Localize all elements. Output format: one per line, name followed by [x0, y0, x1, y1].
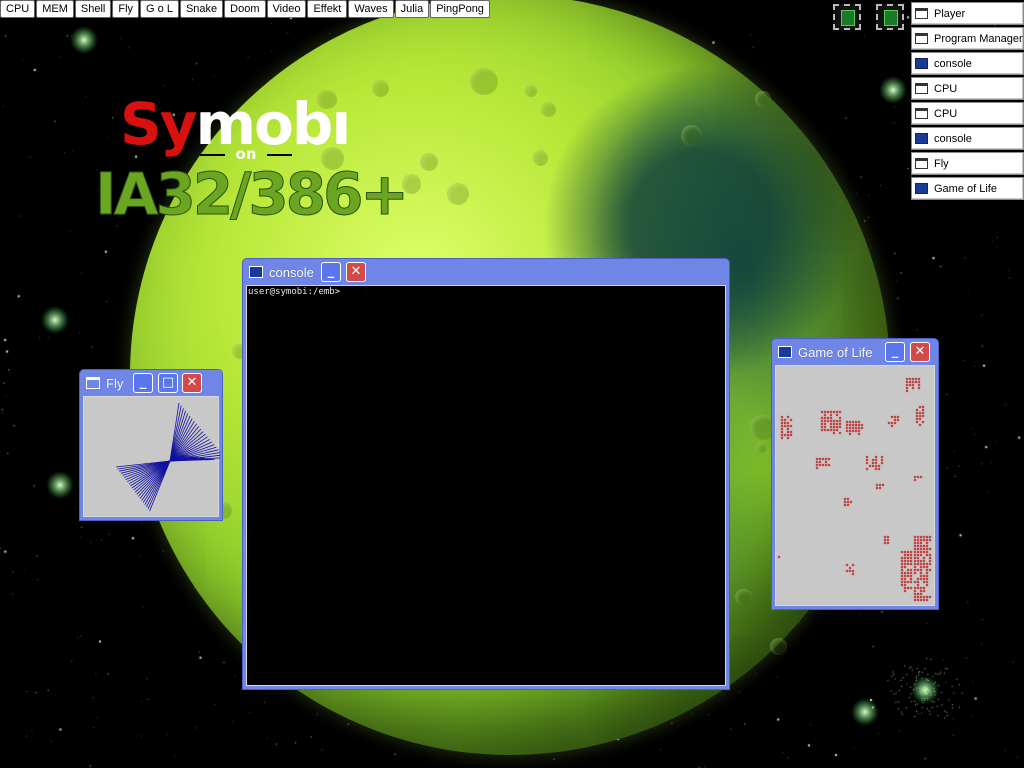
console-icon [915, 133, 928, 144]
planet-crater [681, 124, 703, 146]
window-icon [915, 8, 928, 19]
taskbar-button-snake[interactable]: Snake [179, 0, 224, 18]
window-icon [915, 33, 928, 44]
taskbar-button-pingpong[interactable]: PingPong [430, 0, 490, 18]
fly-line-drawing [115, 402, 226, 512]
console-window[interactable]: console _ ✕ user@symobi:/emb> [242, 258, 730, 690]
window-list-label: console [934, 57, 972, 70]
window-title-bar[interactable]: Fly _ □ ✕ [80, 370, 222, 396]
window-list-item[interactable]: Player [911, 2, 1024, 25]
console-icon [249, 266, 263, 278]
console-prompt: user@symobi:/emb> [248, 287, 341, 297]
game-of-life-window[interactable]: Game of Life _ ✕ [771, 338, 939, 610]
taskbar-button-shell[interactable]: Shell [74, 0, 112, 18]
window-list-item[interactable]: Program Manager [911, 27, 1024, 50]
minimize-button[interactable]: _ [885, 342, 905, 362]
console-icon [915, 58, 928, 69]
minimize-button[interactable]: _ [133, 373, 153, 393]
fly-window[interactable]: Fly _ □ ✕ [79, 369, 226, 521]
window-title: console [269, 264, 314, 280]
close-button[interactable]: ✕ [182, 373, 202, 393]
taskbar-button-waves[interactable]: Waves [348, 0, 394, 18]
close-button[interactable]: ✕ [910, 342, 930, 362]
taskbar-button-cpu[interactable]: CPU [0, 0, 36, 18]
planet-crater [447, 182, 470, 205]
planet-crater [372, 80, 389, 98]
logo-architecture: IA32/386+ [94, 160, 409, 229]
planet-crater [470, 67, 498, 96]
cpu-chip-icon[interactable] [833, 4, 861, 30]
planet-crater [755, 441, 767, 453]
window-list-item[interactable]: console [911, 127, 1024, 150]
window-list-item[interactable]: CPU [911, 102, 1024, 125]
close-button[interactable]: ✕ [346, 262, 366, 282]
planet-crater [755, 91, 771, 107]
logo-part-red: Sy [120, 90, 198, 158]
window-list-item[interactable]: Fly [911, 152, 1024, 175]
window-list-label: Game of Life [934, 182, 997, 195]
planet-crater [541, 101, 557, 117]
taskbar-button-mem[interactable]: MEM [36, 0, 74, 18]
taskbar-button-fly[interactable]: Fly [112, 0, 140, 18]
window-list-label: CPU [934, 82, 958, 95]
planet-crater [419, 152, 438, 172]
taskbar-button-doom[interactable]: Doom [224, 0, 266, 18]
console-icon [778, 346, 792, 358]
minimize-button[interactable]: _ [321, 262, 341, 282]
window-list-label: Fly [934, 157, 949, 170]
game-of-life-grid[interactable] [775, 365, 936, 606]
cpu-chip-icon[interactable] [876, 4, 904, 30]
window-icon [915, 108, 928, 119]
desktop: Symobı on IA32/386+ CPU MEM Shell Fly G o LS… [0, 0, 1024, 768]
life-cells [776, 366, 936, 606]
planet-crater [533, 150, 549, 166]
planet-crater [524, 85, 537, 98]
window-title-bar[interactable]: console _ ✕ [243, 259, 729, 285]
window-list-label: console [934, 132, 972, 145]
fly-canvas[interactable] [83, 396, 226, 517]
window-list-item[interactable]: console [911, 52, 1024, 75]
taskbar-button-gol[interactable]: G o L [140, 0, 179, 18]
window-title: Game of Life [798, 344, 873, 360]
window-icon [915, 83, 928, 94]
window-title: Fly [106, 375, 124, 391]
taskbar-button-video[interactable]: Video [266, 0, 307, 18]
taskbar-button-julia[interactable]: Julia [394, 0, 430, 18]
taskbar-button-effekt[interactable]: Effekt [307, 0, 348, 18]
window-title-bar[interactable]: Game of Life _ ✕ [772, 339, 938, 365]
window-list-item[interactable]: Game of Life [911, 177, 1024, 200]
window-list-label: Program Manager [934, 32, 1023, 45]
window-list-label: CPU [934, 107, 958, 120]
window-icon [915, 158, 928, 169]
window-list: Player Program Manager console CPU CPU consol… [911, 0, 1024, 202]
console-icon [915, 183, 928, 194]
window-icon [86, 377, 100, 389]
taskbar: CPU MEM Shell Fly G o L Snake Doom Video Effekt W… [0, 0, 491, 20]
planet-crater [735, 588, 752, 606]
window-list-label: Player [934, 7, 966, 20]
window-list-item[interactable]: CPU [911, 77, 1024, 100]
console-terminal[interactable]: user@symobi:/emb> [246, 285, 726, 686]
maximize-button[interactable]: □ [158, 373, 178, 393]
